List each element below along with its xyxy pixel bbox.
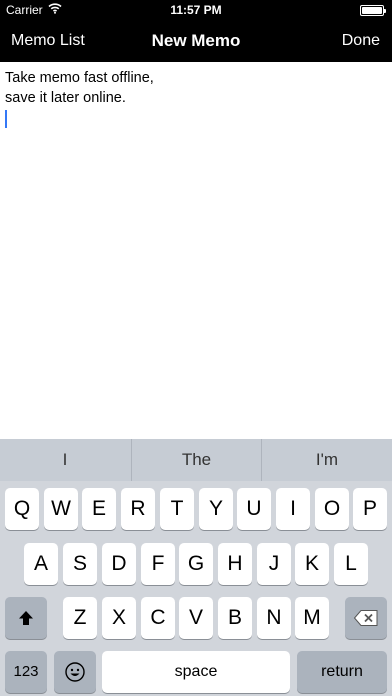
memo-text-area[interactable]: Take memo fast offline, save it later on… <box>0 62 392 439</box>
key-h[interactable]: H <box>218 543 252 585</box>
delete-key[interactable] <box>345 597 387 639</box>
suggestion-item[interactable]: I <box>0 439 130 481</box>
key-s[interactable]: S <box>63 543 97 585</box>
suggestion-item[interactable]: I'm <box>262 439 392 481</box>
key-r[interactable]: R <box>121 488 155 530</box>
battery-icon <box>360 5 386 16</box>
key-k[interactable]: K <box>295 543 329 585</box>
emoji-smiley-icon <box>64 660 86 683</box>
shift-arrow-icon <box>17 606 35 629</box>
key-g[interactable]: G <box>179 543 213 585</box>
key-e[interactable]: E <box>82 488 116 530</box>
numbers-key[interactable]: 123 <box>5 651 47 693</box>
key-w[interactable]: W <box>44 488 78 530</box>
suggestion-item[interactable]: The <box>131 439 262 481</box>
navigation-bar: Memo List New Memo Done <box>0 20 392 62</box>
emoji-key[interactable] <box>54 651 96 693</box>
key-u[interactable]: U <box>237 488 271 530</box>
key-i[interactable]: I <box>276 488 310 530</box>
text-cursor <box>5 110 7 128</box>
key-p[interactable]: P <box>353 488 387 530</box>
key-t[interactable]: T <box>160 488 194 530</box>
key-b[interactable]: B <box>218 597 252 639</box>
key-d[interactable]: D <box>102 543 136 585</box>
memo-list-button[interactable]: Memo List <box>11 32 85 50</box>
keyboard: I The I'm Q W E R T Y U I O P A S D F G … <box>0 439 392 696</box>
suggestion-bar: I The I'm <box>0 439 392 481</box>
space-key[interactable]: space <box>102 651 290 693</box>
key-o[interactable]: O <box>315 488 349 530</box>
key-z[interactable]: Z <box>63 597 97 639</box>
key-a[interactable]: A <box>24 543 58 585</box>
memo-line: Take memo fast offline, <box>5 70 154 86</box>
key-n[interactable]: N <box>257 597 291 639</box>
done-button[interactable]: Done <box>342 32 380 50</box>
key-f[interactable]: F <box>141 543 175 585</box>
return-key[interactable]: return <box>297 651 387 693</box>
status-bar: Carrier 11:57 PM <box>0 0 392 20</box>
backspace-icon <box>353 606 379 629</box>
memo-line: save it later online. <box>5 90 126 106</box>
key-j[interactable]: J <box>257 543 291 585</box>
key-c[interactable]: C <box>141 597 175 639</box>
key-l[interactable]: L <box>334 543 368 585</box>
key-m[interactable]: M <box>295 597 329 639</box>
key-v[interactable]: V <box>179 597 213 639</box>
key-y[interactable]: Y <box>199 488 233 530</box>
status-time: 11:57 PM <box>170 3 222 17</box>
key-q[interactable]: Q <box>5 488 39 530</box>
shift-key[interactable] <box>5 597 47 639</box>
key-x[interactable]: X <box>102 597 136 639</box>
